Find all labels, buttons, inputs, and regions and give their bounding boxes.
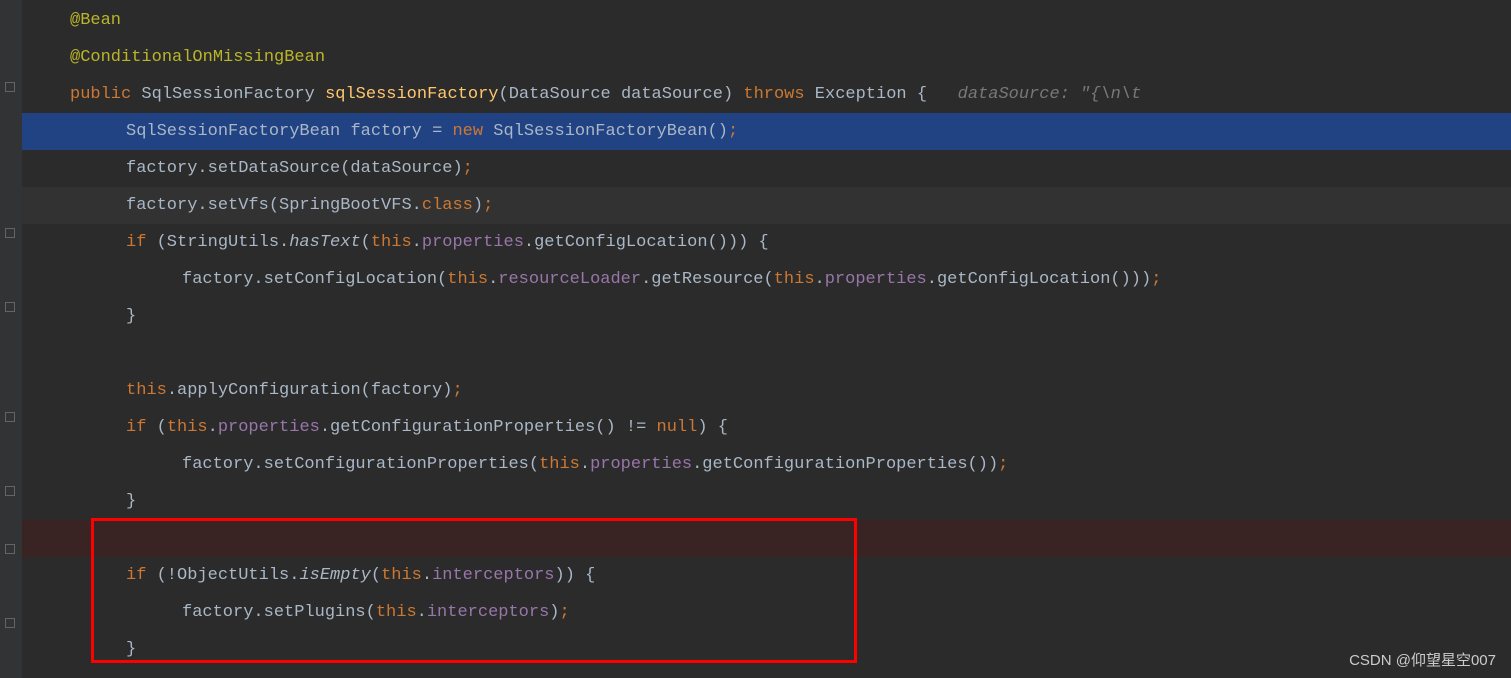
code-line[interactable]: factory.setVfs(SpringBootVFS.class); <box>22 187 1511 224</box>
method-name: sqlSessionFactory <box>325 85 498 104</box>
fold-icon[interactable] <box>5 82 15 92</box>
annotation: @ConditionalOnMissingBean <box>70 48 325 67</box>
keyword: if <box>126 566 146 585</box>
keyword: this <box>774 270 815 289</box>
keyword: this <box>376 603 417 622</box>
code-line[interactable]: } <box>22 298 1511 335</box>
keyword: if <box>126 233 146 252</box>
field: properties <box>825 270 927 289</box>
code-line[interactable]: } <box>22 483 1511 520</box>
code-line[interactable]: this.applyConfiguration(factory); <box>22 372 1511 409</box>
fold-icon[interactable] <box>5 618 15 628</box>
keyword: null <box>657 418 698 437</box>
type: SqlSessionFactory <box>141 85 314 104</box>
field: interceptors <box>432 566 554 585</box>
code-area[interactable]: @Bean @ConditionalOnMissingBean public S… <box>22 0 1511 678</box>
keyword: throws <box>743 85 804 104</box>
field: properties <box>590 455 692 474</box>
keyword: this <box>381 566 422 585</box>
editor-gutter[interactable] <box>0 0 22 678</box>
code-line[interactable]: if (StringUtils.hasText(this.properties.… <box>22 224 1511 261</box>
type: SqlSessionFactoryBean <box>126 122 340 141</box>
code-editor[interactable]: @Bean @ConditionalOnMissingBean public S… <box>0 0 1511 678</box>
static-method: hasText <box>289 233 360 252</box>
watermark: CSDN @仰望星空007 <box>1349 649 1496 670</box>
code-line[interactable]: factory.setDataSource(dataSource); <box>22 150 1511 187</box>
annotation: @Bean <box>70 11 121 30</box>
code-line[interactable]: if (this.properties.getConfigurationProp… <box>22 409 1511 446</box>
field: properties <box>422 233 524 252</box>
keyword: this <box>167 418 208 437</box>
keyword: public <box>70 85 131 104</box>
code-line[interactable]: if (!ObjectUtils.isEmpty(this.intercepto… <box>22 557 1511 594</box>
code-line[interactable]: public SqlSessionFactory sqlSessionFacto… <box>22 76 1511 113</box>
code-line[interactable]: @ConditionalOnMissingBean <box>22 39 1511 76</box>
field: interceptors <box>427 603 549 622</box>
fold-icon[interactable] <box>5 302 15 312</box>
code-line-empty[interactable] <box>22 520 1511 557</box>
fold-icon[interactable] <box>5 544 15 554</box>
code-line[interactable]: @Bean <box>22 2 1511 39</box>
keyword: class <box>422 196 473 215</box>
static-method: isEmpty <box>299 566 370 585</box>
keyword: this <box>371 233 412 252</box>
code-line-empty[interactable] <box>22 335 1511 372</box>
code-line[interactable]: factory.setPlugins(this.interceptors); <box>22 594 1511 631</box>
field: properties <box>218 418 320 437</box>
field: resourceLoader <box>498 270 641 289</box>
code-line[interactable]: factory.setConfigurationProperties(this.… <box>22 446 1511 483</box>
code-line[interactable]: factory.setConfigLocation(this.resourceL… <box>22 261 1511 298</box>
code-line[interactable]: } <box>22 631 1511 668</box>
keyword: this <box>447 270 488 289</box>
fold-icon[interactable] <box>5 486 15 496</box>
keyword: this <box>539 455 580 474</box>
param: dataSource <box>621 85 723 104</box>
fold-icon[interactable] <box>5 412 15 422</box>
type: DataSource <box>509 85 611 104</box>
code-line-selected[interactable]: SqlSessionFactoryBean factory = new SqlS… <box>22 113 1511 150</box>
param-hint: dataSource: "{\n\t <box>927 85 1141 104</box>
keyword: new <box>452 122 483 141</box>
fold-icon[interactable] <box>5 228 15 238</box>
keyword: this <box>126 381 167 400</box>
keyword: if <box>126 418 146 437</box>
